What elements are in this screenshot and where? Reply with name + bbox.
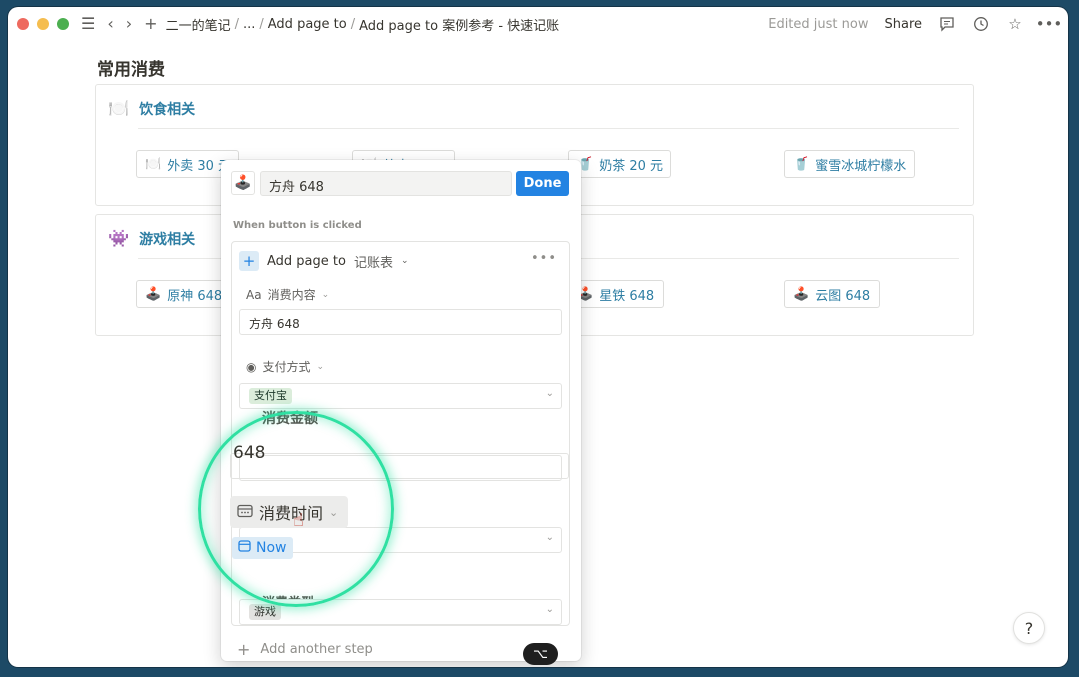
section-title[interactable]: 饮食相关 [139, 99, 195, 119]
cup-icon: 🥤 [793, 156, 810, 172]
edited-status: Edited just now [768, 16, 869, 32]
chevron-down-icon: ⌄ [545, 532, 554, 543]
breadcrumb-item[interactable]: 二一的笔记 [166, 15, 231, 34]
property-value-select[interactable]: 支付宝 ⌄ [239, 383, 562, 409]
zoom-window-button[interactable] [57, 18, 69, 30]
chevron-down-icon: ⌄ [545, 604, 554, 615]
button-name-input[interactable]: 方舟 648 [260, 171, 512, 196]
new-page-icon[interactable]: + [144, 16, 157, 32]
property-label[interactable]: Aa 消费内容 ⌄ [246, 286, 329, 303]
history-clock-icon[interactable] [972, 15, 990, 33]
page-heading: 常用消费 [97, 60, 165, 80]
sidebar-menu-icon[interactable]: ☰ [81, 16, 95, 32]
add-step-label: Add another step [260, 642, 373, 657]
window-controls [17, 18, 69, 30]
breadcrumb: 二一的笔记 / ... / Add page to / Add page to 案例参… [165, 15, 560, 34]
section-header: 🍽️ 饮食相关 [108, 99, 195, 119]
share-button[interactable]: Share [884, 17, 922, 32]
breadcrumb-item[interactable]: ... [243, 17, 255, 32]
button-block[interactable]: 🥤 奶茶 20 元 [568, 150, 671, 178]
chevron-down-icon: ⌄ [545, 388, 554, 399]
chevron-down-icon: ⌄ [321, 289, 330, 300]
forward-icon[interactable]: › [126, 16, 132, 32]
chevron-down-icon: ⌄ [400, 256, 409, 266]
breadcrumb-item[interactable]: Add page to [268, 17, 347, 32]
database-select[interactable]: 记账表 [354, 252, 393, 271]
plus-icon: + [237, 640, 251, 659]
option-key-badge: ⌥ [523, 643, 558, 665]
divider [138, 128, 959, 129]
more-options-icon[interactable]: ••• [1036, 15, 1063, 33]
button-block-label: 原神 648 [167, 288, 223, 304]
help-button[interactable]: ? [1013, 612, 1045, 644]
property-label[interactable]: ◉ 支付方式 ⌄ [246, 358, 324, 375]
section-header: 👾 游戏相关 [108, 229, 195, 249]
property-name: 支付方式 [262, 360, 311, 374]
plus-icon: + [239, 251, 259, 271]
back-icon[interactable]: ‹ [107, 16, 113, 32]
button-block-label: 云图 648 [815, 288, 871, 304]
step-header: + Add page to 记账表 ⌄ [239, 251, 409, 271]
comments-icon[interactable] [938, 15, 956, 33]
button-block[interactable]: 🕹️ 云图 648 [784, 280, 880, 308]
alien-monster-icon: 👾 [108, 229, 130, 249]
property-value-input[interactable]: 方舟 648 [239, 309, 562, 335]
plate-icon: 🍽️ [108, 99, 130, 119]
button-block[interactable]: 🕹️ 星铁 648 [568, 280, 664, 308]
trigger-label: When button is clicked [233, 220, 362, 231]
titlebar-actions: Edited just now Share ☆ ••• [768, 7, 1063, 41]
property-name: 消费内容 [267, 288, 316, 302]
section-title[interactable]: 游戏相关 [139, 229, 195, 249]
plate-icon: 🍽️ [145, 156, 162, 172]
app-window: ☰ ‹ › + 二一的笔记 / ... / Add page to / Add pag… [8, 7, 1068, 667]
joystick-icon: 🕹️ [793, 286, 810, 302]
text-property-icon: Aa [246, 287, 262, 302]
button-block-label: 星铁 648 [599, 288, 655, 304]
button-emoji-picker[interactable]: 🕹️ [231, 171, 255, 195]
select-property-icon: ◉ [246, 359, 257, 374]
titlebar: ☰ ‹ › + 二一的笔记 / ... / Add page to / Add pag… [8, 7, 1068, 41]
button-block-label: 蜜雪冰城柠檬水 [815, 158, 907, 174]
magnifier-highlight-ring [198, 411, 394, 607]
joystick-icon: 🕹️ [145, 286, 162, 302]
step-action-label: Add page to [267, 253, 346, 269]
done-button[interactable]: Done [516, 171, 569, 196]
close-window-button[interactable] [17, 18, 29, 30]
select-tag: 游戏 [249, 604, 281, 620]
breadcrumb-item[interactable]: Add page to 案例参考 - 快速记账 [359, 15, 559, 34]
add-another-step-button[interactable]: + Add another step [237, 640, 373, 659]
button-block-label: 奶茶 20 元 [599, 158, 663, 174]
minimize-window-button[interactable] [37, 18, 49, 30]
step-more-icon[interactable]: ••• [531, 251, 557, 266]
favorite-star-icon[interactable]: ☆ [1006, 15, 1024, 33]
chevron-down-icon: ⌄ [316, 361, 325, 372]
select-tag: 支付宝 [249, 388, 292, 404]
button-block[interactable]: 🥤 蜜雪冰城柠檬水 [784, 150, 915, 178]
